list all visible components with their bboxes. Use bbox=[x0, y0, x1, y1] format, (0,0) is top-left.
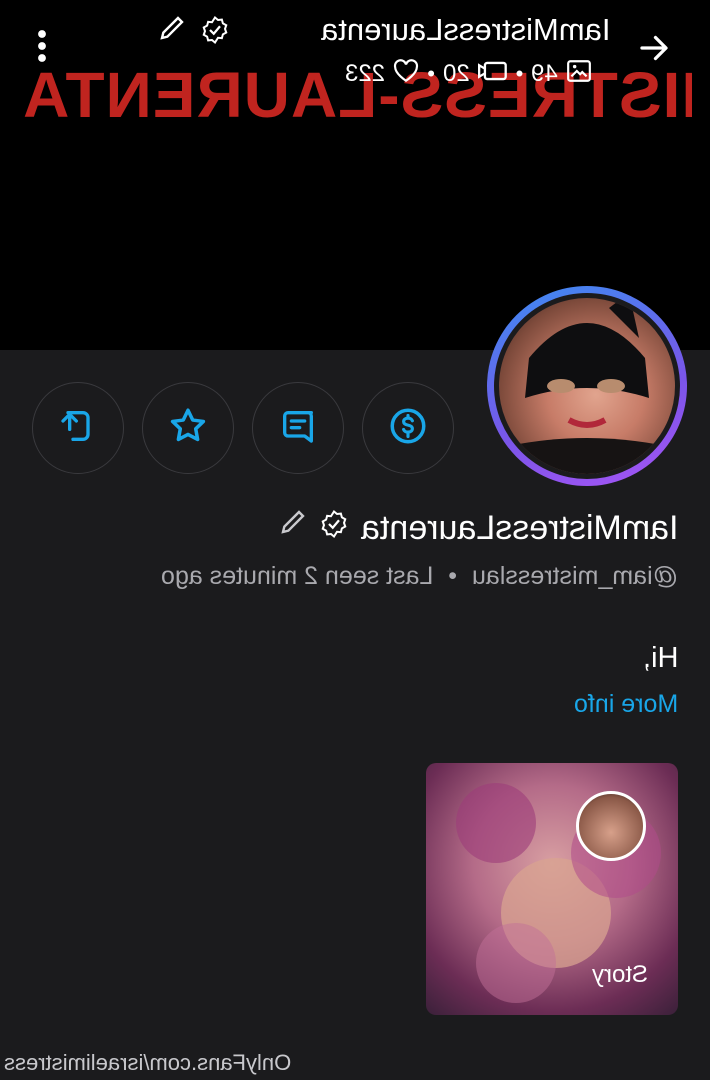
profile-avatar[interactable] bbox=[487, 286, 687, 486]
profile-handle[interactable]: @iam_mistresslau bbox=[472, 562, 678, 591]
favorite-button[interactable] bbox=[142, 382, 234, 474]
star-icon bbox=[167, 405, 209, 452]
profile-name-row: IamMistressLaurenta bbox=[275, 508, 678, 549]
share-icon bbox=[58, 406, 98, 451]
back-button[interactable] bbox=[634, 30, 674, 70]
profile-stats: 223 • 20 • 49 bbox=[345, 58, 592, 90]
story-card[interactable]: Story bbox=[426, 763, 678, 1015]
videos-count: 20 bbox=[442, 60, 470, 87]
image-icon bbox=[566, 59, 592, 90]
story-label: Story bbox=[591, 961, 648, 988]
photos-count: 49 bbox=[531, 60, 558, 87]
likes-count: 223 bbox=[345, 60, 386, 87]
profile-handle-row: Last seen 2 minutes ago • @iam_mistressl… bbox=[160, 562, 678, 591]
dollar-coin-icon bbox=[387, 405, 429, 452]
message-icon bbox=[278, 406, 318, 451]
more-info-link[interactable]: More info bbox=[574, 690, 678, 719]
header-title-row: IamMistressLaurenta bbox=[150, 8, 610, 52]
story-avatar bbox=[576, 791, 646, 861]
last-seen: Last seen 2 minutes ago bbox=[160, 562, 434, 590]
pencil-icon[interactable] bbox=[275, 508, 307, 549]
verified-badge-icon bbox=[200, 15, 230, 50]
share-button[interactable] bbox=[32, 382, 124, 474]
profile-name: IamMistressLaurenta bbox=[360, 509, 678, 547]
avatar bbox=[499, 298, 675, 474]
pencil-icon[interactable] bbox=[154, 14, 186, 51]
heart-icon bbox=[393, 58, 419, 90]
watermark-url: OnlyFans.com/israelimistress bbox=[4, 1050, 292, 1075]
kebab-menu-icon bbox=[34, 28, 50, 69]
menu-button[interactable] bbox=[22, 28, 62, 68]
verified-badge-icon bbox=[319, 509, 349, 548]
arrow-right-icon bbox=[636, 30, 672, 71]
header-title: IamMistressLaurenta bbox=[320, 12, 610, 47]
message-button[interactable] bbox=[252, 382, 344, 474]
video-icon bbox=[477, 59, 508, 90]
profile-bio: Hi, bbox=[642, 642, 678, 674]
tip-button[interactable] bbox=[362, 382, 454, 474]
